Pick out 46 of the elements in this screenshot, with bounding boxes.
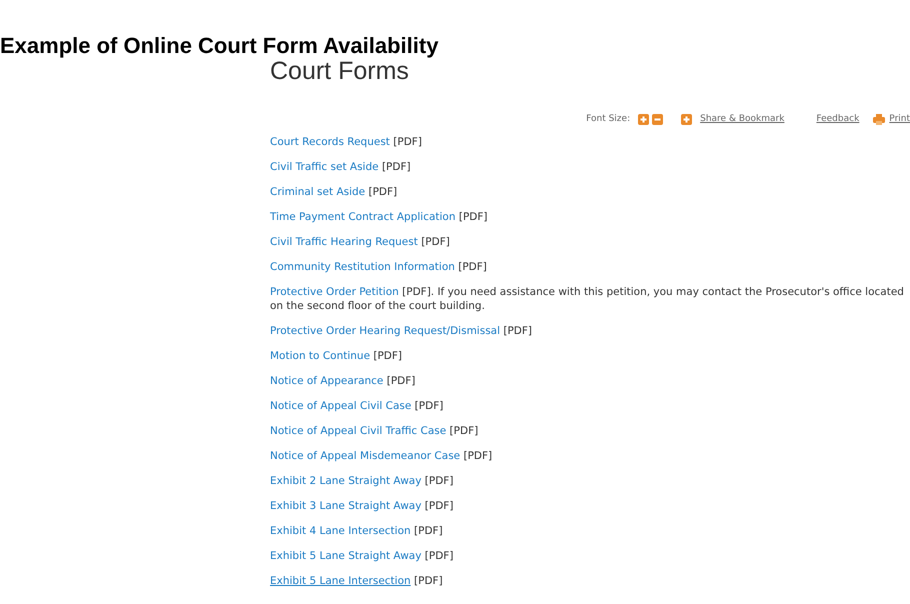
form-link[interactable]: Notice of Appeal Civil Traffic Case (270, 425, 446, 438)
form-link[interactable]: Civil Traffic Hearing Request (270, 236, 418, 248)
form-entry: Exhibit 3 Lane Straight Away [PDF] (270, 499, 454, 514)
form-entry: Motion to Continue [PDF] (270, 349, 404, 364)
form-link[interactable]: Community Restitution Information (270, 260, 455, 273)
printer-icon[interactable] (873, 114, 886, 126)
form-entry: Notice of Appearance [PDF] (270, 374, 416, 388)
page-heading: Court Forms (270, 58, 409, 86)
form-entry: Notice of Appeal Misdemeanor Case [PDF] (270, 449, 494, 464)
form-entry: Exhibit 2 Lane Straight Away [PDF] (270, 474, 454, 488)
form-link[interactable]: Time Payment Contract Application (270, 210, 456, 223)
form-entry: Notice of Appeal Civil Case [PDF] (270, 399, 444, 414)
form-entry: Protective Order Petition [PDF]. If you need assistance with this petition, you may contact the Prosecutor's office located on the second floor of the court building. (270, 284, 905, 314)
font-decrease-icon[interactable] (652, 114, 664, 126)
form-link[interactable]: Exhibit 5 Lane Straight Away (270, 550, 422, 562)
form-link[interactable]: Notice of Appearance (270, 375, 384, 388)
form-entry: Exhibit 5 Lane Intersection [PDF] (270, 574, 444, 588)
form-link[interactable]: Exhibit 3 Lane Straight Away (270, 500, 422, 512)
form-entry: Civil Traffic set Aside [PDF] (270, 160, 412, 174)
feedback-link[interactable]: Feedback (816, 112, 860, 126)
form-link[interactable]: Protective Order Petition (270, 286, 399, 298)
form-entry: Exhibit 5 Lane Straight Away [PDF] (270, 549, 454, 564)
font-size-label: Font Size: (586, 112, 630, 126)
form-link[interactable]: Exhibit 4 Lane Intersection (270, 525, 411, 538)
form-entry: Civil Traffic Hearing Request [PDF] (270, 234, 451, 250)
form-entry: Notice of Appeal Civil Traffic Case [PDF] (270, 424, 480, 438)
form-link[interactable]: Notice of Appeal Misdemeanor Case (270, 450, 460, 462)
share-bookmark-link[interactable]: Share & Bookmark (700, 112, 784, 126)
form-entry: Time Payment Contract Application [PDF] (270, 210, 489, 224)
form-link[interactable]: Protective Order Hearing Request/Dismissal (270, 325, 500, 338)
font-increase-icon[interactable] (638, 114, 650, 126)
form-link[interactable]: Criminal set Aside (270, 186, 366, 198)
form-entry: Community Restitution Information [PDF] (270, 260, 488, 274)
form-entry: Criminal set Aside [PDF] (270, 184, 398, 200)
form-link[interactable]: Exhibit 2 Lane Straight Away (270, 475, 422, 488)
form-link[interactable]: Notice of Appeal Civil Case (270, 400, 412, 412)
form-link[interactable]: Motion to Continue (270, 350, 370, 362)
print-link[interactable]: Print (889, 112, 910, 126)
plus-icon[interactable] (681, 114, 692, 126)
form-link[interactable]: Civil Traffic set Aside (270, 160, 379, 173)
form-entry: Protective Order Hearing Request/Dismissal [PDF] (270, 324, 534, 338)
form-link[interactable]: Court Records Request (270, 136, 390, 148)
form-link[interactable]: Exhibit 5 Lane Intersection (270, 575, 411, 588)
form-entry: Exhibit 4 Lane Intersection [PDF] (270, 524, 444, 538)
form-entry: Court Records Request [PDF] (270, 134, 423, 150)
page-caption: Example of Online Court Form Availability (0, 32, 440, 58)
